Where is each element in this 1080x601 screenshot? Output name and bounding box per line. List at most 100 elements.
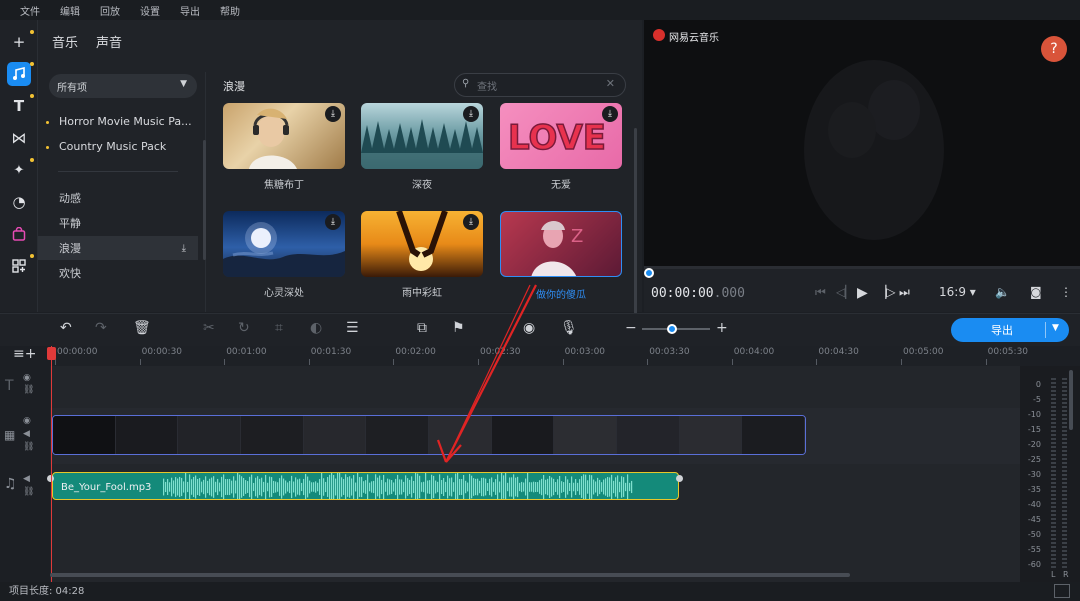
undo-icon[interactable]: ↶ — [60, 320, 72, 336]
pack-item[interactable]: Horror Movie Music Pa... — [46, 115, 196, 128]
music-card-selected[interactable]: Z — [500, 211, 622, 277]
skip-start-icon[interactable]: ⏮ — [815, 285, 826, 300]
music-card[interactable]: LOVE ⤓ — [500, 103, 622, 169]
speaker-icon[interactable]: ◀ — [23, 474, 30, 484]
cut-icon[interactable]: ✂ — [203, 320, 215, 336]
step-forward-icon[interactable]: ▕▷ — [877, 285, 895, 299]
timeline-scrollbar[interactable] — [50, 573, 850, 577]
skip-end-icon[interactable]: ⏭ — [899, 285, 910, 300]
chevron-down-icon[interactable]: ▼ — [1052, 323, 1059, 333]
more-tools-icon[interactable] — [7, 254, 34, 278]
transition-icon[interactable]: ⋈ — [7, 126, 31, 150]
export-button[interactable]: 导出 ▼ — [951, 318, 1069, 342]
meter-scrollbar[interactable] — [1069, 370, 1073, 430]
zoom-out-icon[interactable]: − — [625, 320, 637, 336]
audio-clip-handle-right[interactable] — [676, 475, 683, 482]
add-media-icon[interactable]: + — [7, 30, 34, 54]
menu-edit[interactable]: 编辑 — [50, 3, 90, 18]
meter-tick: -35 — [1027, 485, 1041, 494]
eye-icon[interactable]: ◉ — [23, 416, 31, 426]
unlink-icon[interactable]: ⛓ — [23, 442, 34, 452]
tab-music[interactable]: 音乐 — [52, 32, 78, 51]
volume-icon[interactable]: 🔈 — [995, 285, 1010, 299]
color-adjust-icon[interactable]: ◐ — [310, 320, 322, 336]
filter-icon[interactable]: ◔ — [7, 190, 31, 214]
zoom-slider-handle[interactable] — [667, 324, 677, 334]
pip-icon[interactable]: ⧉ — [417, 320, 427, 336]
grid-scrollbar[interactable] — [634, 128, 637, 314]
meter-r: R — [1063, 570, 1069, 579]
zoom-in-icon[interactable]: + — [716, 320, 728, 336]
category-item[interactable]: 动感 — [38, 186, 198, 210]
aspect-ratio-select[interactable]: 16:9 ▾ — [939, 285, 976, 299]
category-dropdown[interactable]: 所有项 ▼ — [49, 74, 197, 98]
menu-settings[interactable]: 设置 — [130, 3, 170, 18]
category-item[interactable]: 平静 — [38, 211, 198, 235]
card-caption: 无爱 — [551, 180, 571, 191]
store-icon[interactable] — [7, 222, 31, 246]
music-icon[interactable] — [7, 62, 34, 86]
play-icon[interactable]: ▶ — [857, 285, 868, 301]
grid-view-icon[interactable] — [1054, 584, 1070, 598]
camera-icon[interactable]: ◙ — [1030, 285, 1042, 299]
search-input[interactable]: ⚲ 查找 ✕ — [454, 73, 626, 97]
video-clip[interactable] — [52, 415, 806, 455]
audio-clip[interactable]: Be_Your_Fool.mp3 — [52, 472, 679, 500]
category-item[interactable]: 欢快 — [38, 261, 198, 285]
magic-icon[interactable]: ✦ — [7, 158, 34, 182]
meter-tick: -20 — [1027, 440, 1041, 449]
unlink-icon[interactable]: ⛓ — [23, 487, 34, 497]
marker-icon[interactable]: ⚑ — [452, 320, 465, 336]
crop-icon[interactable]: ⌗ — [275, 320, 283, 336]
music-card[interactable]: ⤓ — [223, 103, 345, 169]
download-icon[interactable]: ⤓ — [182, 243, 186, 254]
meter-tick: -15 — [1027, 425, 1041, 434]
download-icon[interactable]: ⤓ — [325, 214, 341, 230]
music-card[interactable]: ⤓ — [223, 211, 345, 277]
timeline-area[interactable] — [50, 346, 1020, 582]
microphone-icon[interactable]: 🎙 — [560, 320, 578, 336]
export-label: 导出 — [991, 324, 1013, 337]
meter-tick: -5 — [1033, 395, 1041, 404]
unlink-icon[interactable]: ⛓ — [23, 385, 34, 395]
video-preview[interactable]: 网易云音乐 ? — [644, 20, 1080, 266]
category-scrollbar[interactable] — [203, 140, 206, 260]
playhead-handle[interactable] — [47, 347, 56, 360]
music-card[interactable]: ⤓ — [361, 103, 483, 169]
step-back-icon[interactable]: ◁▏ — [836, 285, 854, 299]
text-icon[interactable]: T — [7, 94, 34, 118]
record-screen-icon[interactable]: ◉ — [523, 320, 535, 336]
pack-label: Country Music Pack — [59, 140, 167, 153]
rotate-icon[interactable]: ↻ — [238, 320, 250, 336]
add-track-icon[interactable]: ≡+ — [13, 346, 36, 362]
close-icon[interactable]: ✕ — [606, 77, 615, 90]
redo-icon[interactable]: ↷ — [95, 320, 107, 336]
download-icon[interactable]: ⤓ — [463, 106, 479, 122]
help-button[interactable]: ? — [1041, 36, 1067, 62]
preview-progress-handle[interactable] — [644, 268, 654, 278]
menu-file[interactable]: 文件 — [10, 3, 50, 18]
menu-help[interactable]: 帮助 — [210, 3, 250, 18]
eye-icon[interactable]: ◉ — [23, 373, 31, 383]
playhead[interactable] — [51, 346, 52, 582]
download-icon[interactable]: ⤓ — [325, 106, 341, 122]
more-icon[interactable]: ⋮ — [1060, 285, 1072, 299]
download-icon[interactable]: ⤓ — [602, 106, 618, 122]
video-track-icon: ▦ — [4, 428, 16, 442]
delete-icon[interactable]: 🗑 — [133, 320, 151, 336]
svg-text:Z: Z — [571, 226, 583, 247]
properties-icon[interactable]: ☰ — [346, 320, 359, 336]
card-caption-selected: 做你的傻瓜 — [536, 290, 586, 301]
download-icon[interactable]: ⤓ — [463, 214, 479, 230]
text-track-icon: T — [5, 378, 14, 394]
menu-export[interactable]: 导出 — [170, 3, 210, 18]
preview-progress-track[interactable] — [644, 266, 1080, 269]
time-ruler[interactable]: 00:00:00 00:00:30 00:01:00 00:01:30 00:02:00… — [50, 346, 1028, 366]
category-item-selected[interactable]: 浪漫 ⤓ — [38, 236, 198, 260]
music-card[interactable]: ⤓ — [361, 211, 483, 277]
tab-sound[interactable]: 声音 — [96, 32, 122, 51]
love-text: LOVE — [508, 118, 606, 158]
menu-playback[interactable]: 回放 — [90, 3, 130, 18]
pack-item[interactable]: Country Music Pack — [46, 140, 196, 153]
speaker-icon[interactable]: ◀ — [23, 429, 30, 439]
